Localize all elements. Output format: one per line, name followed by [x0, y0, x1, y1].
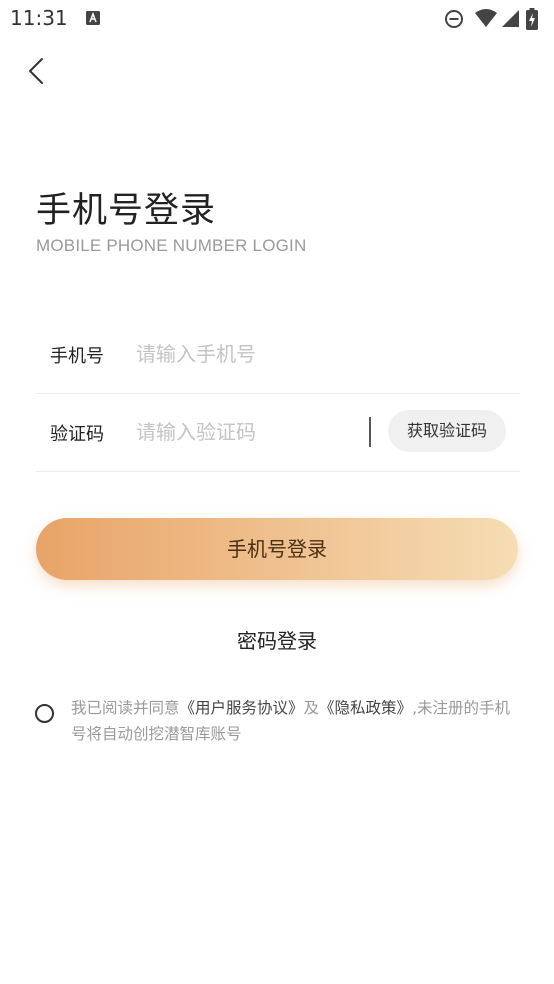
privacy-link[interactable]: 《隐私政策》	[319, 699, 412, 717]
cellular-signal-icon	[502, 10, 519, 27]
phone-input[interactable]	[136, 337, 506, 371]
agreement-prefix: 我已阅读并同意	[71, 699, 180, 717]
back-button[interactable]	[18, 52, 58, 92]
input-cursor-divider	[369, 417, 371, 447]
code-input[interactable]	[136, 415, 356, 449]
phone-row: 手机号	[36, 315, 520, 394]
back-chevron-icon	[29, 58, 43, 84]
agreement-radio[interactable]	[35, 704, 54, 723]
status-bar: 11:31	[0, 0, 554, 38]
a-notification-icon	[86, 10, 100, 25]
page-subtitle: MOBILE PHONE NUMBER LOGIN	[36, 236, 307, 255]
status-time: 11:31	[10, 6, 68, 30]
terms-link[interactable]: 《用户服务协议》	[180, 699, 304, 717]
code-row: 验证码 获取验证码	[36, 393, 520, 472]
agreement-text: 我已阅读并同意《用户服务协议》及《隐私政策》,未注册的手机号将自动创挖潜智库账号	[71, 695, 521, 747]
code-label: 验证码	[50, 424, 104, 445]
get-code-button[interactable]: 获取验证码	[388, 410, 506, 452]
phone-login-button[interactable]: 手机号登录	[36, 518, 518, 580]
password-login-link[interactable]: 密码登录	[0, 625, 554, 654]
page-title: 手机号登录	[36, 191, 217, 231]
do-not-disturb-icon	[445, 10, 463, 28]
battery-charging-icon	[526, 8, 538, 30]
phone-label: 手机号	[50, 346, 104, 367]
wifi-icon	[475, 9, 497, 27]
agreement-and: 及	[303, 699, 320, 717]
